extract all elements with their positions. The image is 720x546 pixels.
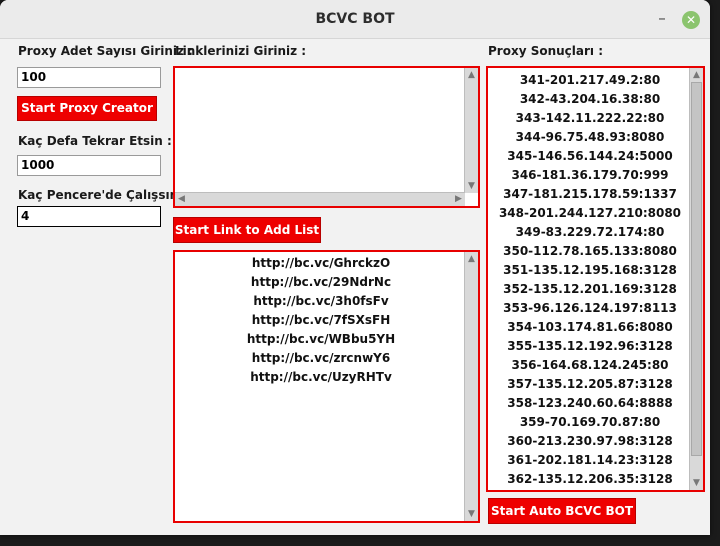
scroll-up-icon[interactable]: ▲ — [465, 253, 478, 265]
list-item[interactable]: 342-43.204.16.38:80 — [488, 90, 692, 109]
window-title: BCVC BOT — [315, 11, 395, 27]
links-list-vscrollbar[interactable]: ▲ ▼ — [464, 252, 478, 521]
proxy-count-field[interactable]: 100 — [17, 67, 161, 88]
links-list[interactable]: http://bc.vc/GhrckzO http://bc.vc/29NdrN… — [173, 250, 480, 523]
list-item[interactable]: http://bc.vc/29NdrNc — [175, 273, 467, 292]
list-item[interactable]: http://bc.vc/7fSXsFH — [175, 311, 467, 330]
window-count-label: Kaç Pencere'de Çalışsın : — [18, 188, 188, 202]
list-item[interactable]: http://bc.vc/zrcnwY6 — [175, 349, 467, 368]
scroll-up-icon[interactable]: ▲ — [690, 69, 703, 81]
scroll-thumb[interactable] — [691, 82, 702, 456]
list-item[interactable]: 341-201.217.49.2:80 — [488, 71, 692, 90]
proxy-results-items: 341-201.217.49.2:80 342-43.204.16.38:80 … — [488, 71, 692, 489]
links-input-vscrollbar[interactable]: ▲ ▼ — [464, 68, 478, 193]
start-auto-bot-button[interactable]: Start Auto BCVC BOT — [488, 498, 636, 524]
proxy-results-list[interactable]: 341-201.217.49.2:80 342-43.204.16.38:80 … — [486, 66, 705, 492]
list-item[interactable]: 355-135.12.192.96:3128 — [488, 337, 692, 356]
list-item[interactable]: 346-181.36.179.70:999 — [488, 166, 692, 185]
proxy-count-label: Proxy Adet Sayısı Giriniz : — [18, 44, 193, 58]
minimize-icon[interactable]: – — [654, 11, 670, 28]
links-list-items: http://bc.vc/GhrckzO http://bc.vc/29NdrN… — [175, 254, 467, 387]
list-item[interactable]: 347-181.215.178.59:1337 — [488, 185, 692, 204]
list-item[interactable]: http://bc.vc/GhrckzO — [175, 254, 467, 273]
proxy-results-vscrollbar[interactable]: ▲ ▼ — [689, 68, 703, 490]
list-item[interactable]: 361-202.181.14.23:3128 — [488, 451, 692, 470]
list-item[interactable]: http://bc.vc/WBbu5YH — [175, 330, 467, 349]
scroll-down-icon[interactable]: ▼ — [465, 180, 478, 192]
title-bar: BCVC BOT – ✕ — [0, 0, 710, 39]
list-item[interactable]: 358-123.240.60.64:8888 — [488, 394, 692, 413]
list-item[interactable]: 353-96.126.124.197:8113 — [488, 299, 692, 318]
scroll-left-icon[interactable]: ◀ — [175, 193, 188, 205]
list-item[interactable]: 352-135.12.201.169:3128 — [488, 280, 692, 299]
list-item[interactable]: 360-213.230.97.98:3128 — [488, 432, 692, 451]
scroll-up-icon[interactable]: ▲ — [465, 69, 478, 81]
repeat-count-label: Kaç Defa Tekrar Etsin : — [18, 134, 172, 148]
links-label: Linklerinizi Giriniz : — [175, 44, 307, 58]
scroll-down-icon[interactable]: ▼ — [465, 508, 478, 520]
list-item[interactable]: http://bc.vc/UzyRHTv — [175, 368, 467, 387]
list-item[interactable]: 350-112.78.165.133:8080 — [488, 242, 692, 261]
list-item[interactable]: 356-164.68.124.245:80 — [488, 356, 692, 375]
list-item[interactable]: 354-103.174.81.66:8080 — [488, 318, 692, 337]
proxy-results-label: Proxy Sonuçları : — [488, 44, 604, 58]
list-item[interactable]: 348-201.244.127.210:8080 — [488, 204, 692, 223]
list-item[interactable]: http://bc.vc/3h0fsFv — [175, 292, 467, 311]
start-proxy-creator-button[interactable]: Start Proxy Creator — [17, 96, 157, 121]
scroll-right-icon[interactable]: ▶ — [452, 193, 465, 205]
list-item[interactable]: 349-83.229.72.174:80 — [488, 223, 692, 242]
list-item[interactable]: 344-96.75.48.93:8080 — [488, 128, 692, 147]
list-item[interactable]: 357-135.12.205.87:3128 — [488, 375, 692, 394]
list-item[interactable]: 359-70.169.70.87:80 — [488, 413, 692, 432]
list-item[interactable]: 343-142.11.222.22:80 — [488, 109, 692, 128]
links-input[interactable]: ▲ ▼ ◀ ▶ — [173, 66, 480, 208]
repeat-count-field[interactable]: 1000 — [17, 155, 161, 176]
links-input-hscrollbar[interactable]: ◀ ▶ — [175, 192, 465, 206]
list-item[interactable]: 351-135.12.195.168:3128 — [488, 261, 692, 280]
add-link-list-button[interactable]: Start Link to Add List — [173, 217, 321, 243]
scroll-down-icon[interactable]: ▼ — [690, 477, 703, 489]
close-icon[interactable]: ✕ — [682, 11, 700, 29]
list-item[interactable]: 362-135.12.206.35:3128 — [488, 470, 692, 489]
list-item[interactable]: 345-146.56.144.24:5000 — [488, 147, 692, 166]
app-window: BCVC BOT – ✕ Proxy Adet Sayısı Giriniz :… — [0, 0, 710, 535]
window-count-field[interactable]: 4 — [17, 206, 161, 227]
